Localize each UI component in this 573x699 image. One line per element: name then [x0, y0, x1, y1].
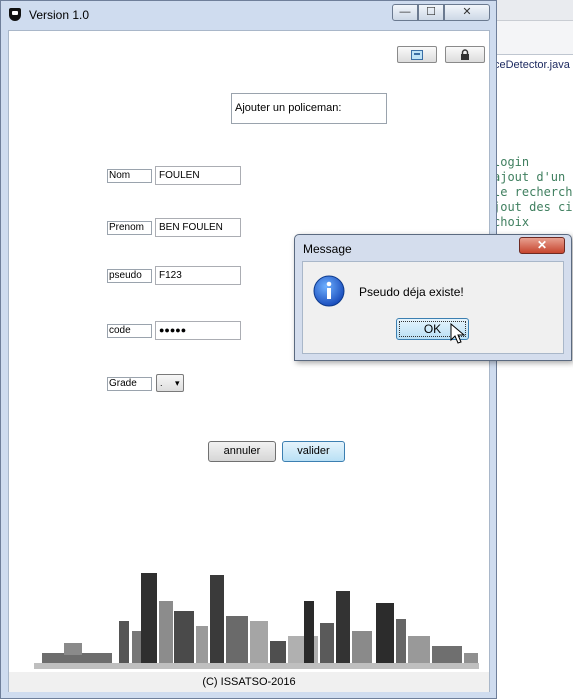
dialog-body: Pseudo déja existe! OK [302, 261, 564, 354]
submit-button[interactable]: valider [282, 441, 345, 462]
code-password-input[interactable]: ●●●●● [155, 321, 241, 340]
ide-toolbar [491, 0, 573, 21]
grade-selected-value: . [160, 378, 163, 388]
title-bar[interactable]: Version 1.0 — ☐ ✕ [1, 1, 496, 29]
dialog-close-button[interactable]: ✕ [519, 237, 565, 254]
info-card-button[interactable] [397, 46, 437, 63]
app-shield-icon[interactable] [9, 8, 21, 21]
prenom-input[interactable]: BEN FOULEN [155, 218, 241, 237]
info-icon [313, 275, 345, 307]
chevron-down-icon: ▾ [175, 378, 180, 388]
grade-select[interactable]: . ▾ [156, 374, 184, 392]
prenom-label: Prenom [107, 221, 152, 235]
mouse-cursor-icon [450, 323, 466, 344]
ide-code-editor[interactable]: login ajout d'un le recherche jout des c… [491, 75, 573, 699]
form-title: Ajouter un policeman: [231, 93, 387, 124]
dialog-message: Pseudo déja existe! [359, 285, 464, 299]
maximize-button[interactable]: ☐ [418, 4, 444, 21]
city-skyline-image [34, 573, 479, 669]
message-dialog: Message ✕ Pseudo déja existe! OK [294, 234, 572, 361]
lock-icon [461, 49, 469, 60]
copyright-footer: (C) ISSATSO-2016 [9, 672, 489, 692]
nom-label: Nom [107, 169, 152, 183]
minimize-button[interactable]: — [392, 4, 418, 21]
dialog-title: Message [303, 242, 352, 256]
code-line: jout des ci [493, 200, 573, 214]
window-title: Version 1.0 [29, 8, 90, 22]
code-line: login [493, 155, 530, 169]
nom-input[interactable]: FOULEN [155, 166, 241, 185]
cancel-button[interactable]: annuler [208, 441, 276, 462]
code-line: le recherche [493, 185, 573, 199]
code-line: ajout d'un [493, 170, 566, 184]
close-window-button[interactable]: ✕ [444, 4, 490, 21]
code-label: code [107, 324, 152, 338]
info-card-icon [411, 50, 423, 60]
window-content: Ajouter un policeman: Nom FOULEN Prenom … [8, 30, 490, 692]
pseudo-input[interactable]: F123 [155, 266, 241, 285]
lock-button[interactable] [445, 46, 485, 63]
pseudo-label: pseudo [107, 269, 152, 283]
grade-label: Grade [107, 377, 152, 391]
code-line: choix [493, 215, 530, 229]
ide-editor-tab[interactable]: ceDetector.java [493, 54, 573, 75]
